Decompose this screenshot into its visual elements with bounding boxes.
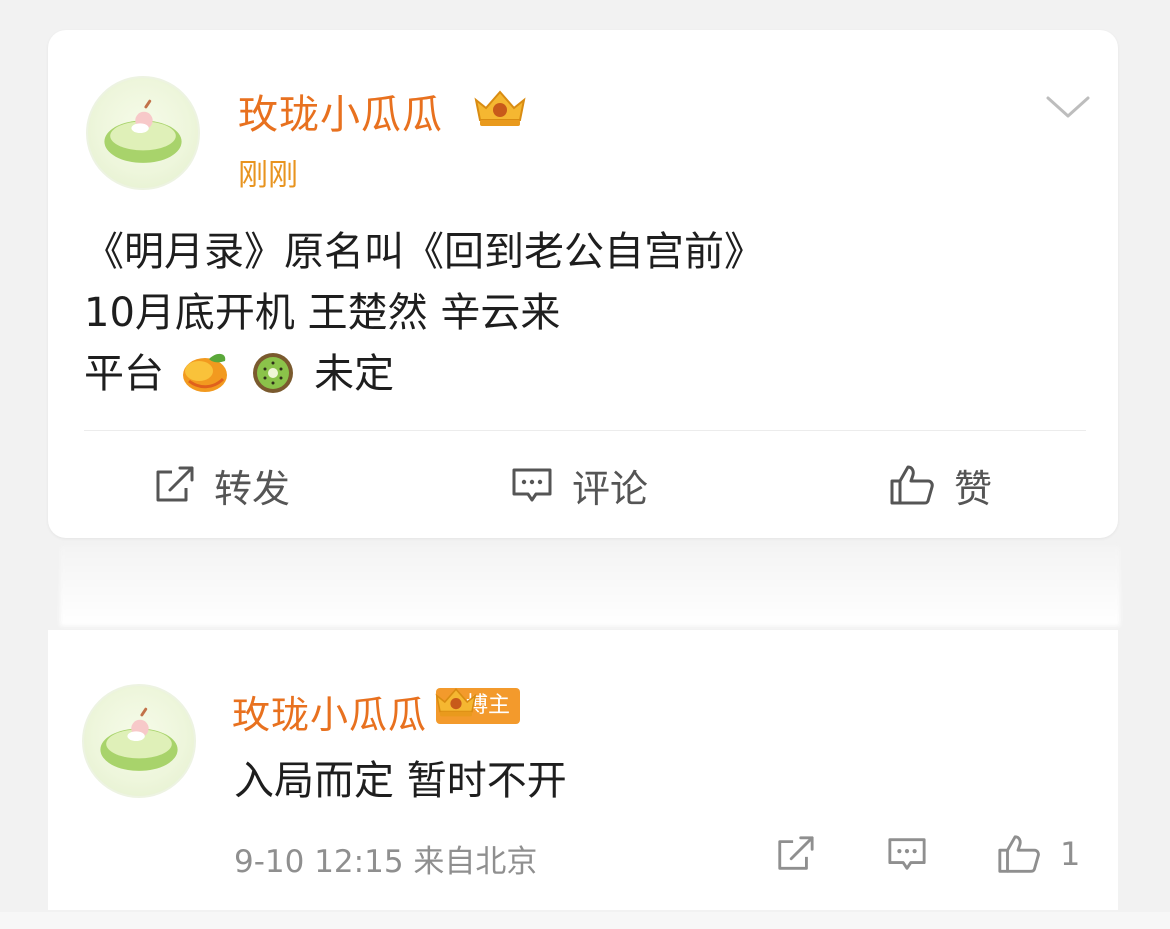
blurred-section (60, 546, 1120, 626)
comment-like-count: 1 (1060, 835, 1081, 873)
vip-crown-icon (474, 90, 526, 126)
post-card: 玫珑小瓜瓜 刚刚 《明月录》原名叫《回到老公自宫前》 10月底开机 王楚然 辛云… (48, 30, 1118, 538)
like-button[interactable]: 赞 (888, 460, 993, 511)
like-label: 赞 (954, 466, 993, 511)
mango-emoji-icon (182, 353, 227, 392)
vip-crown-icon (435, 687, 477, 717)
post-text-line-2: 10月底开机 王楚然 辛云来 (84, 290, 561, 336)
comment-button[interactable]: 评论 (510, 460, 649, 511)
post-divider (84, 430, 1086, 431)
bottom-blur-band (0, 912, 1170, 929)
comment-label: 评论 (572, 466, 649, 511)
repost-button[interactable]: 转发 (152, 460, 291, 511)
post-author-name[interactable]: 玫珑小瓜瓜 (238, 82, 443, 140)
comment-author-avatar[interactable] (82, 684, 196, 798)
repost-label: 转发 (214, 466, 291, 511)
comment-icon (512, 468, 552, 502)
comment-icon (888, 838, 926, 870)
post-time: 刚刚 (238, 158, 298, 193)
comment-like-button[interactable]: 1 (996, 832, 1080, 876)
thumbs-up-icon (890, 465, 934, 505)
comment-meta: 9-10 12:15 来自北京 (234, 844, 538, 880)
kiwi-emoji-icon (253, 353, 294, 393)
repost-icon (156, 466, 194, 502)
comment-text: 入局而定 暂时不开 (234, 758, 567, 804)
melon-avatar-icon (104, 99, 182, 163)
post-text-line-3: 平台 未定 (84, 344, 394, 404)
post-text-line-3-suffix: 未定 (314, 351, 395, 397)
repost-icon (778, 836, 814, 870)
post-text-line-3-prefix: 平台 (84, 351, 164, 397)
comment-author-name[interactable]: 玫珑小瓜瓜 (232, 684, 427, 739)
post-text-line-1: 《明月录》原名叫《回到老公自宫前》 (84, 229, 764, 275)
thumbs-up-icon (998, 835, 1040, 873)
comment-repost-button[interactable] (774, 834, 816, 874)
comment-card: 玫珑小瓜瓜 博主 入局而定 暂时不开 9-10 12:15 来自北京 1 (48, 630, 1118, 910)
melon-avatar-icon (100, 707, 178, 771)
author-avatar[interactable] (86, 76, 200, 190)
chevron-down-icon[interactable] (1044, 92, 1092, 122)
comment-reply-button[interactable] (886, 834, 928, 874)
